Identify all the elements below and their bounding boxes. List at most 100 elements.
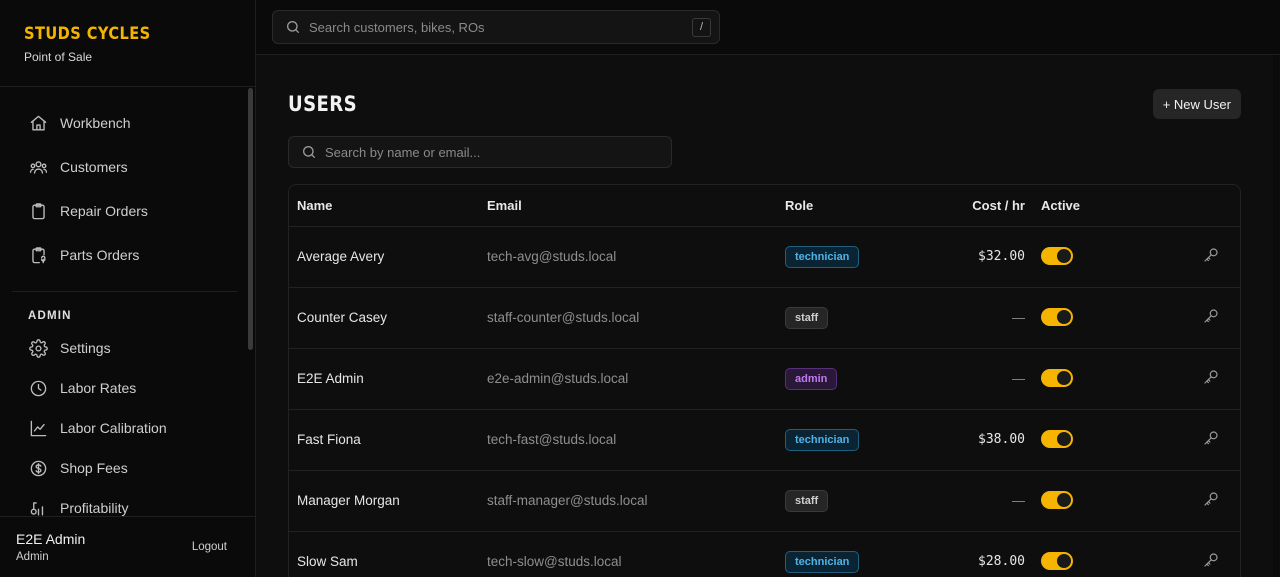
role-badge: staff (785, 306, 829, 329)
sidebar-scrollbar[interactable] (248, 88, 253, 350)
sidebar-item-workbench[interactable]: Workbench (12, 101, 243, 145)
sidebar-item-settings[interactable]: Settings (12, 328, 243, 368)
table-row[interactable]: Slow Sam tech-slow@studs.local technicia… (289, 531, 1240, 577)
table-row[interactable]: E2E Admin e2e-admin@studs.local admin — (289, 348, 1240, 410)
search-icon (301, 144, 317, 160)
user-name-cell: Fast Fiona (289, 409, 479, 471)
key-icon[interactable] (1202, 368, 1220, 386)
profit-icon (28, 498, 48, 516)
table-row[interactable]: Manager Morgan staff-manager@studs.local… (289, 470, 1240, 532)
user-active-cell (1033, 531, 1113, 577)
role-badge: staff (785, 489, 829, 512)
sidebar-item-parts-orders[interactable]: Parts Orders (12, 233, 243, 277)
column-header-active[interactable]: Active (1033, 185, 1113, 227)
user-search-input[interactable] (325, 144, 659, 160)
active-toggle[interactable] (1041, 551, 1073, 570)
sidebar-item-labor-rates[interactable]: Labor Rates (12, 368, 243, 408)
main-area: / USERS + New User Name (256, 0, 1280, 577)
shortcut-key: / (692, 17, 711, 37)
column-header-name[interactable]: Name (289, 185, 479, 227)
user-panel: E2E Admin Admin Logout (0, 516, 255, 577)
table-row[interactable]: Fast Fiona tech-fast@studs.local technic… (289, 409, 1240, 471)
user-name-cell: Average Avery (289, 226, 479, 288)
user-name-cell: Counter Casey (289, 287, 479, 349)
user-name: E2E Admin (16, 531, 86, 547)
user-email-cell: staff-manager@studs.local (479, 470, 777, 532)
table-row[interactable]: Counter Casey staff-counter@studs.local … (289, 287, 1240, 349)
user-role-cell: technician (777, 226, 887, 288)
key-icon[interactable] (1202, 551, 1220, 569)
key-icon[interactable] (1202, 246, 1220, 264)
user-role: Admin (16, 551, 49, 563)
sidebar-item-label: Repair Orders (60, 203, 148, 219)
column-header-email[interactable]: Email (479, 185, 777, 227)
table-header-row: Name Email Role Cost / hr Active (289, 185, 1240, 227)
active-toggle[interactable] (1041, 490, 1073, 509)
nav-divider (12, 291, 237, 292)
sidebar: STUDS CYCLES Point of Sale Workbench Cus… (0, 0, 256, 577)
sidebar-item-repair-orders[interactable]: Repair Orders (12, 189, 243, 233)
topbar: / (256, 0, 1280, 55)
line-chart-icon (28, 418, 48, 438)
sidebar-item-labor-calibration[interactable]: Labor Calibration (12, 408, 243, 448)
sidebar-item-label: Profitability (60, 500, 129, 516)
sidebar-item-label: Workbench (60, 115, 131, 131)
sidebar-item-shop-fees[interactable]: Shop Fees (12, 448, 243, 488)
search-icon (285, 19, 301, 35)
user-cost-cell: — (887, 287, 1033, 349)
active-toggle[interactable] (1041, 246, 1073, 265)
user-name-cell: Manager Morgan (289, 470, 479, 532)
app-root: STUDS CYCLES Point of Sale Workbench Cus… (0, 0, 1280, 577)
active-toggle[interactable] (1041, 307, 1073, 326)
global-search-input[interactable] (309, 19, 692, 35)
user-role-cell: staff (777, 470, 887, 532)
users-icon (28, 157, 48, 177)
home-icon (28, 113, 48, 133)
table-row[interactable]: Average Avery tech-avg@studs.local techn… (289, 226, 1240, 288)
brand-title: STUDS CYCLES (24, 24, 151, 44)
clipboard-icon (28, 201, 48, 221)
user-email-cell: tech-slow@studs.local (479, 531, 777, 577)
user-cost-cell: $38.00 (887, 409, 1033, 471)
user-active-cell (1033, 226, 1113, 288)
user-role-cell: technician (777, 409, 887, 471)
users-page: USERS + New User Name Email Role (256, 55, 1280, 577)
sidebar-item-label: Customers (60, 159, 128, 175)
clipboard-link-icon (28, 245, 48, 265)
user-role-cell: staff (777, 287, 887, 349)
brand: STUDS CYCLES Point of Sale (0, 0, 255, 87)
main-scrollbar[interactable] (1272, 55, 1280, 577)
key-icon[interactable] (1202, 307, 1220, 325)
key-icon[interactable] (1202, 490, 1220, 508)
sidebar-item-customers[interactable]: Customers (12, 145, 243, 189)
user-email-cell: e2e-admin@studs.local (479, 348, 777, 410)
user-active-cell (1033, 470, 1113, 532)
user-cost-cell: — (887, 470, 1033, 532)
sidebar-nav: Workbench Customers Repair Orders Parts … (0, 88, 255, 516)
active-toggle[interactable] (1041, 368, 1073, 387)
user-active-cell (1033, 287, 1113, 349)
role-badge: admin (785, 367, 838, 390)
sidebar-item-profitability[interactable]: Profitability (12, 488, 243, 516)
key-icon[interactable] (1202, 429, 1220, 447)
user-cost-cell: — (887, 348, 1033, 410)
role-badge: technician (785, 428, 860, 451)
column-header-cost[interactable]: Cost / hr (887, 185, 1033, 227)
sidebar-item-label: Shop Fees (60, 460, 128, 476)
clock-icon (28, 378, 48, 398)
user-email-cell: tech-avg@studs.local (479, 226, 777, 288)
column-header-role[interactable]: Role (777, 185, 887, 227)
active-toggle[interactable] (1041, 429, 1073, 448)
global-search: / (272, 10, 720, 44)
user-name-cell: E2E Admin (289, 348, 479, 410)
user-search (288, 136, 672, 168)
user-actions-cell (1113, 287, 1240, 349)
brand-subtitle: Point of Sale (24, 50, 93, 64)
users-table: Name Email Role Cost / hr Active Average… (288, 184, 1241, 577)
user-email-cell: staff-counter@studs.local (479, 287, 777, 349)
role-badge: technician (785, 550, 860, 573)
logout-button[interactable]: Logout (192, 541, 227, 553)
user-actions-cell (1113, 226, 1240, 288)
user-name-cell: Slow Sam (289, 531, 479, 577)
new-user-button[interactable]: + New User (1152, 89, 1241, 119)
